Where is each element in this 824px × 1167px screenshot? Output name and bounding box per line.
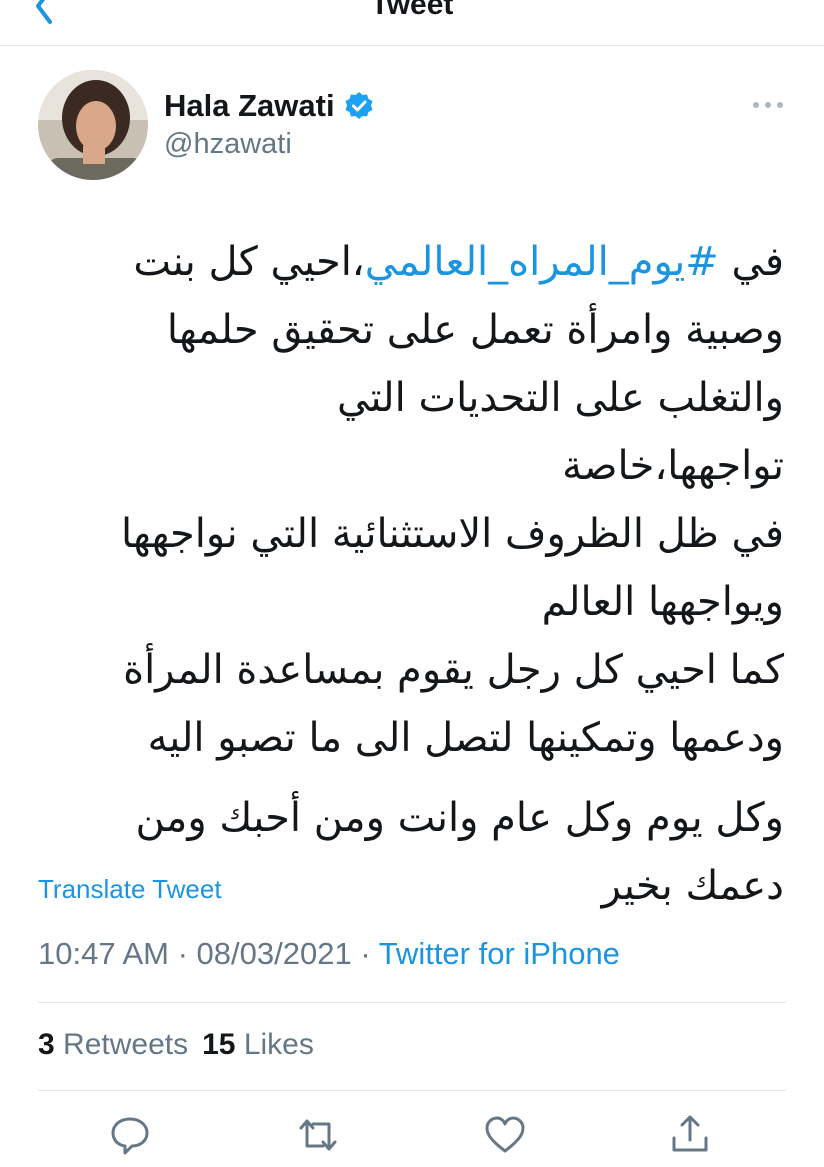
action-bar [0, 1110, 824, 1160]
retweet-icon [299, 1119, 337, 1151]
display-name[interactable]: Hala Zawati [164, 88, 335, 124]
hashtag-link[interactable]: #يوم_المراه_العالمي [365, 239, 719, 285]
translate-tweet-link[interactable]: Translate Tweet [38, 874, 222, 905]
header-title: Tweet [370, 0, 454, 21]
share-icon [672, 1115, 708, 1152]
tweet-line: ويواجهها العالم [541, 579, 784, 625]
retweets-stat[interactable]: 3 Retweets [38, 1028, 188, 1061]
divider [38, 1002, 786, 1003]
tweet-time: 10:47 AM [38, 936, 169, 971]
share-button[interactable] [665, 1110, 715, 1160]
tweet-line: في ظل الظروف الاستثنائية التي نواجهها [120, 511, 784, 557]
tweet-date: 08/03/2021 [196, 936, 352, 971]
user-handle[interactable]: @hzawati [164, 128, 292, 161]
avatar[interactable] [38, 70, 148, 180]
reply-icon [111, 1117, 149, 1155]
tweet-source-link[interactable]: Twitter for iPhone [379, 936, 620, 971]
heart-icon [485, 1116, 525, 1153]
display-name-row[interactable]: Hala Zawati [164, 86, 375, 126]
tweet-line: وكل يوم وكل عام وانت ومن أحبك ومن [135, 795, 784, 841]
tweet-stats: 3 Retweets 15 Likes [38, 1028, 314, 1062]
more-options-button[interactable] [750, 90, 786, 120]
tweet-line-suffix: ،احيي كل بنت [133, 239, 365, 285]
likes-label: Likes [243, 1028, 314, 1061]
like-button[interactable] [480, 1110, 530, 1160]
tweet-metadata: 10:47 AM · 08/03/2021 · Twitter for iPho… [38, 936, 620, 972]
tweet-line: في #يوم_المراه_العالمي،احيي كل بنت [120, 228, 784, 296]
tweet-detail-screen: Tweet Hala Zawati @hzawati في #يوم_المرا… [0, 0, 824, 1167]
tweet-text: في #يوم_المراه_العالمي،احيي كل بنت وصبية… [120, 228, 784, 920]
verified-badge-icon [345, 92, 373, 119]
tweet-line-prefix: في [718, 239, 784, 285]
retweets-label: Retweets [63, 1028, 189, 1061]
likes-stat[interactable]: 15 Likes [202, 1028, 314, 1061]
retweet-button[interactable] [293, 1110, 343, 1160]
meta-separator: · [168, 936, 197, 971]
nav-header: Tweet [0, 0, 824, 46]
tweet-line: وصبية وامرأة تعمل على تحقيق حلمها [166, 307, 784, 353]
tweet-line: ودعمها وتمكينها لتصل الى ما تصبو اليه [147, 715, 784, 761]
meta-separator: · [351, 936, 379, 971]
likes-count: 15 [202, 1028, 236, 1061]
retweets-count: 3 [38, 1028, 55, 1061]
ellipsis-icon [753, 102, 783, 108]
tweet-line: كما احيي كل رجل يقوم بمساعدة المرأة [123, 647, 784, 693]
reply-button[interactable] [105, 1110, 155, 1160]
tweet-line: والتغلب على التحديات التي تواجهها،خاصة [337, 375, 784, 489]
divider [38, 1090, 786, 1091]
